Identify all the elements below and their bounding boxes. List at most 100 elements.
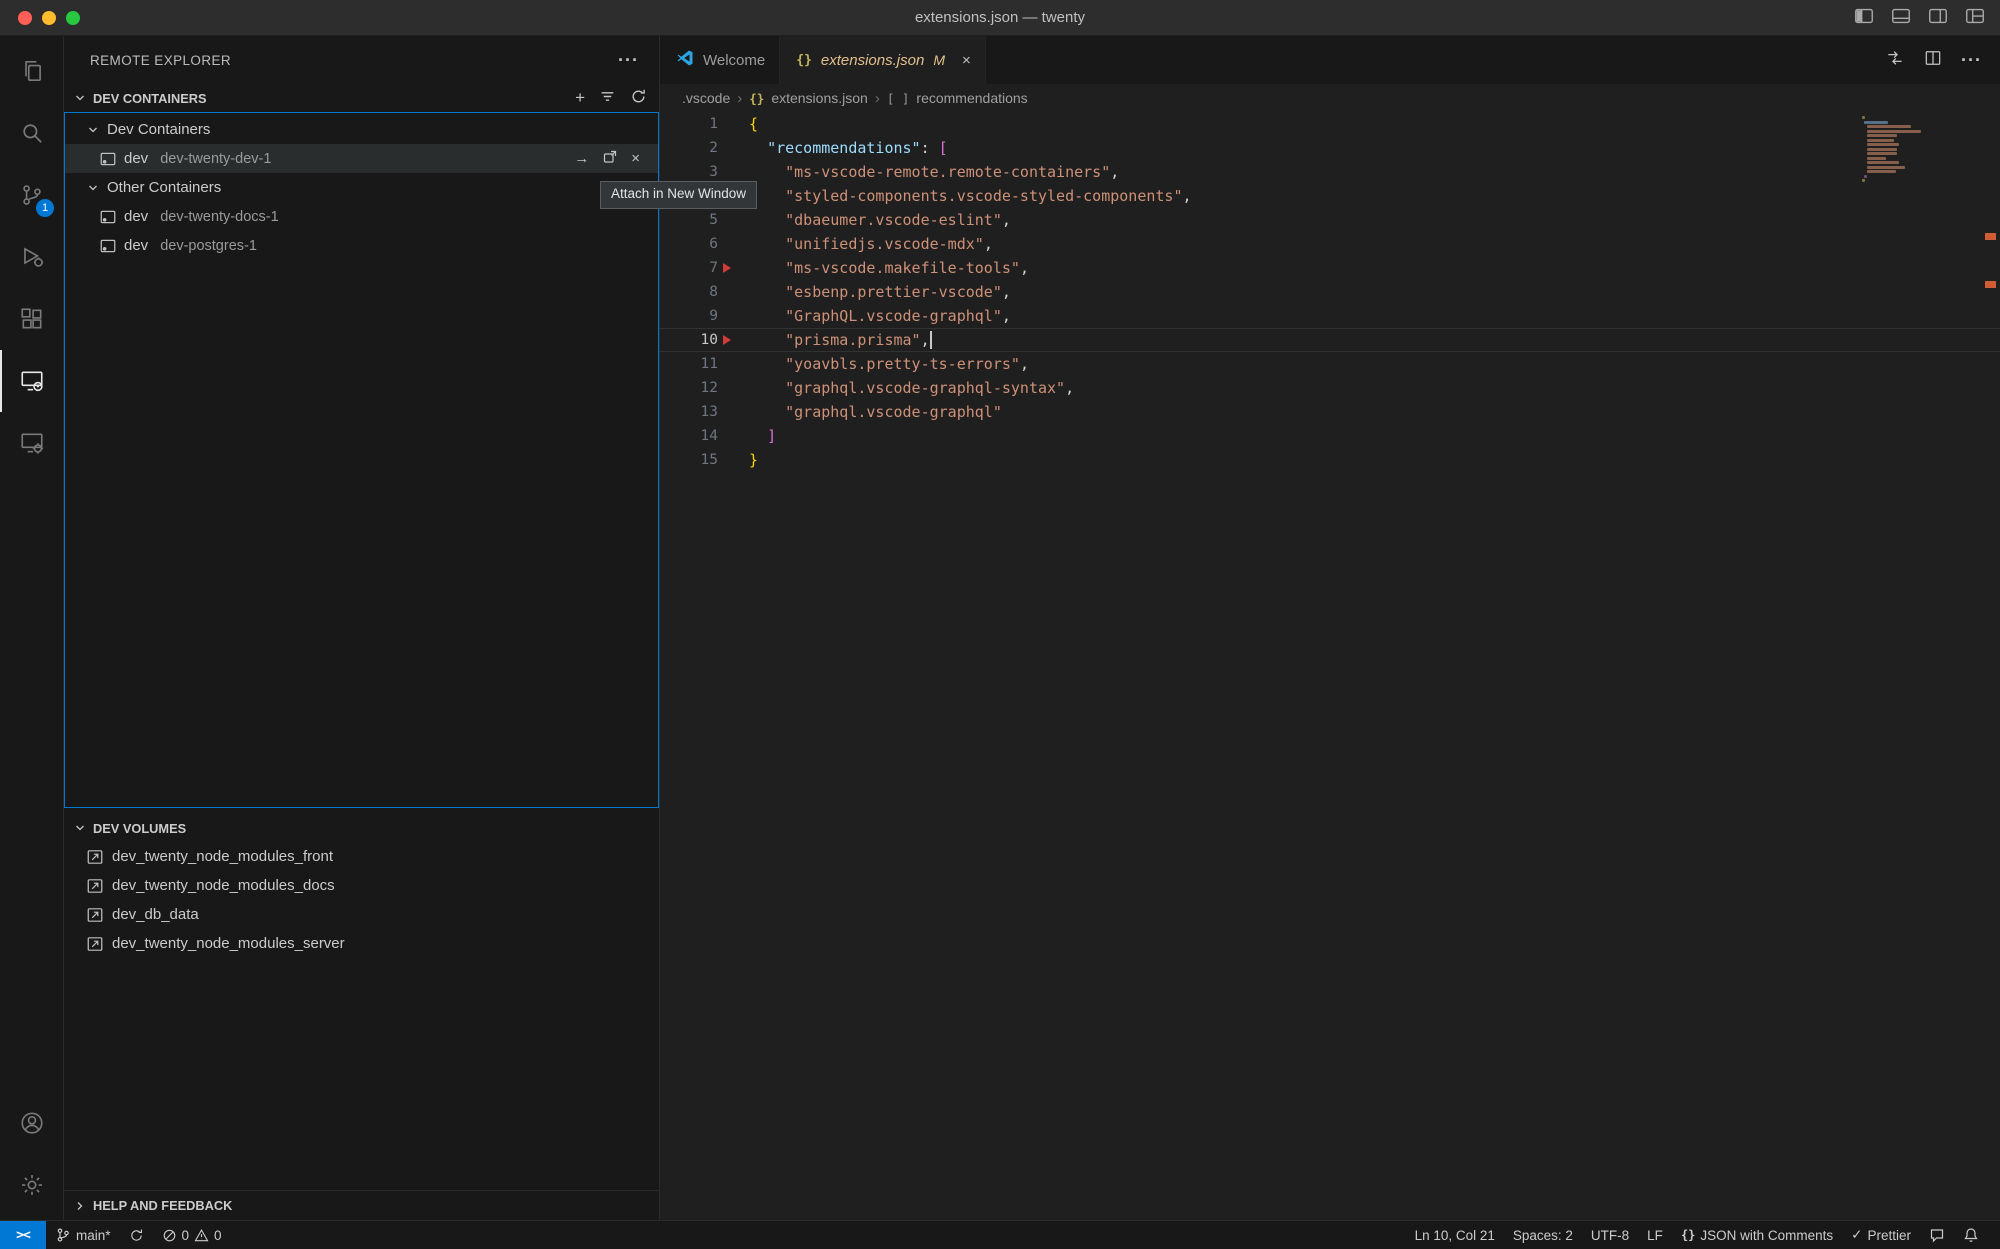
volume-item-dev_db_data[interactable]: dev_db_data bbox=[64, 900, 659, 929]
code-line-13[interactable]: 13 "graphql.vscode-graphql" bbox=[660, 400, 2000, 424]
code-line-8[interactable]: 8 "esbenp.prettier-vscode", bbox=[660, 280, 2000, 304]
accounts-icon[interactable] bbox=[0, 1092, 63, 1154]
encoding-item[interactable]: UTF-8 bbox=[1582, 1228, 1638, 1243]
toggle-primary-sidebar-icon[interactable] bbox=[1853, 5, 1875, 32]
settings-gear-icon[interactable] bbox=[0, 1154, 63, 1216]
tab-extensions-json[interactable]: {} extensions.json M × bbox=[780, 36, 986, 84]
code-line-3[interactable]: 3 "ms-vscode-remote.remote-containers", bbox=[660, 160, 2000, 184]
container-label: dev bbox=[124, 150, 148, 167]
new-dev-container-icon[interactable]: + bbox=[575, 88, 585, 108]
explorer-icon[interactable] bbox=[0, 40, 63, 102]
extensions-icon[interactable] bbox=[0, 288, 63, 350]
minimize-window-button[interactable] bbox=[42, 11, 56, 25]
close-window-button[interactable] bbox=[18, 11, 32, 25]
refresh-icon[interactable] bbox=[630, 88, 647, 108]
minimap-line bbox=[1862, 179, 1865, 182]
container-label: dev bbox=[124, 237, 148, 254]
formatter-item[interactable]: ✓ Prettier bbox=[1842, 1227, 1920, 1243]
breadcrumb-folder[interactable]: .vscode bbox=[682, 90, 730, 106]
notifications-item[interactable] bbox=[1954, 1227, 1988, 1243]
bell-icon bbox=[1963, 1227, 1979, 1243]
source-control-icon[interactable]: 1 bbox=[0, 164, 63, 226]
maximize-window-button[interactable] bbox=[66, 11, 80, 25]
search-icon[interactable] bbox=[0, 102, 63, 164]
code-line-10[interactable]: 10 "prisma.prisma", bbox=[660, 328, 2000, 352]
views-more-actions-icon[interactable]: ··· bbox=[618, 50, 639, 71]
git-modified-badge: M bbox=[933, 52, 945, 68]
code-line-4[interactable]: 4 "styled-components.vscode-styled-compo… bbox=[660, 184, 2000, 208]
toggle-panel-icon[interactable] bbox=[1890, 5, 1912, 32]
indentation: Spaces: 2 bbox=[1513, 1228, 1573, 1243]
line-number: 15 bbox=[660, 448, 718, 472]
indentation-item[interactable]: Spaces: 2 bbox=[1504, 1228, 1582, 1243]
code-line-6[interactable]: 6 "unifiedjs.vscode-mdx", bbox=[660, 232, 2000, 256]
line-number: 11 bbox=[660, 352, 718, 376]
minimap[interactable] bbox=[1862, 116, 1980, 184]
code-line-15[interactable]: 15} bbox=[660, 448, 2000, 472]
volume-label: dev_twenty_node_modules_front bbox=[112, 848, 333, 865]
minimap-line bbox=[1867, 166, 1905, 169]
container-item-dev-twenty-dev-1[interactable]: dev dev-twenty-dev-1 → × bbox=[65, 144, 658, 173]
open-changes-icon[interactable] bbox=[1885, 48, 1905, 73]
minimap-line bbox=[1867, 161, 1899, 164]
section-dev-volumes[interactable]: DEV VOLUMES bbox=[64, 814, 659, 842]
section-dev-containers[interactable]: DEV CONTAINERS + bbox=[64, 84, 659, 112]
code-text: ] bbox=[736, 424, 776, 448]
gutter bbox=[718, 208, 736, 232]
volume-icon bbox=[86, 906, 104, 924]
attach-new-window-icon[interactable] bbox=[602, 149, 618, 169]
code-line-1[interactable]: 1{ bbox=[660, 112, 2000, 136]
run-debug-icon[interactable] bbox=[0, 226, 63, 288]
code-line-7[interactable]: 7 "ms-vscode.makefile-tools", bbox=[660, 256, 2000, 280]
container-group-other-containers[interactable]: Other Containers bbox=[65, 173, 658, 202]
eol-item[interactable]: LF bbox=[1638, 1228, 1672, 1243]
container-item-dev-twenty-docs-1[interactable]: devdev-twenty-docs-1 bbox=[65, 202, 658, 231]
remote-explorer-icon[interactable] bbox=[0, 350, 63, 412]
feedback-item[interactable] bbox=[1920, 1227, 1954, 1243]
language-mode-item[interactable]: {} JSON with Comments bbox=[1672, 1228, 1842, 1243]
code-area[interactable]: 1{2 "recommendations": [3 "ms-vscode-rem… bbox=[660, 112, 2000, 1220]
branch-name: main* bbox=[76, 1228, 111, 1243]
tab-welcome[interactable]: Welcome bbox=[660, 36, 780, 84]
code-line-2[interactable]: 2 "recommendations": [ bbox=[660, 136, 2000, 160]
breadcrumb-symbol[interactable]: recommendations bbox=[916, 90, 1027, 106]
breadcrumb-file[interactable]: extensions.json bbox=[771, 90, 868, 106]
git-branch-item[interactable]: main* bbox=[46, 1221, 120, 1249]
customize-layout-icon[interactable] bbox=[1964, 5, 1986, 32]
cursor-position: Ln 10, Col 21 bbox=[1415, 1228, 1495, 1243]
volume-label: dev_twenty_node_modules_server bbox=[112, 935, 345, 952]
sync-item[interactable] bbox=[120, 1221, 153, 1249]
container-group-dev-containers[interactable]: Dev Containers bbox=[65, 115, 658, 144]
attach-current-window-icon[interactable]: → bbox=[574, 150, 589, 167]
split-editor-icon[interactable] bbox=[1923, 48, 1943, 73]
problems-item[interactable]: 0 0 bbox=[153, 1221, 231, 1249]
code-line-12[interactable]: 12 "graphql.vscode-graphql-syntax", bbox=[660, 376, 2000, 400]
gutter bbox=[718, 256, 736, 280]
dev-containers-icon[interactable] bbox=[0, 412, 63, 474]
stop-container-icon[interactable]: × bbox=[631, 150, 640, 167]
sync-icon bbox=[129, 1228, 144, 1243]
text-cursor bbox=[930, 331, 932, 349]
section-label: DEV VOLUMES bbox=[93, 821, 186, 836]
section-label: HELP AND FEEDBACK bbox=[93, 1198, 232, 1213]
container-item-dev-postgres-1[interactable]: devdev-postgres-1 bbox=[65, 231, 658, 260]
remote-indicator[interactable]: >< bbox=[0, 1221, 46, 1249]
code-line-11[interactable]: 11 "yoavbls.pretty-ts-errors", bbox=[660, 352, 2000, 376]
close-tab-icon[interactable]: × bbox=[962, 52, 971, 69]
array-symbol-icon: [ ] bbox=[887, 91, 910, 106]
editor-more-actions-icon[interactable]: ··· bbox=[1961, 50, 1982, 71]
code-text: "dbaeumer.vscode-eslint", bbox=[736, 208, 1011, 232]
code-line-14[interactable]: 14 ] bbox=[660, 424, 2000, 448]
code-line-9[interactable]: 9 "GraphQL.vscode-graphql", bbox=[660, 304, 2000, 328]
code-line-5[interactable]: 5 "dbaeumer.vscode-eslint", bbox=[660, 208, 2000, 232]
warnings-count: 0 bbox=[214, 1228, 222, 1243]
volume-item-dev_twenty_node_modules_front[interactable]: dev_twenty_node_modules_front bbox=[64, 842, 659, 871]
toggle-secondary-sidebar-icon[interactable] bbox=[1927, 5, 1949, 32]
filter-list-icon[interactable] bbox=[599, 88, 616, 108]
section-help-and-feedback[interactable]: HELP AND FEEDBACK bbox=[64, 1190, 659, 1220]
volume-item-dev_twenty_node_modules_docs[interactable]: dev_twenty_node_modules_docs bbox=[64, 871, 659, 900]
breadcrumb-separator: › bbox=[875, 90, 880, 107]
volume-item-dev_twenty_node_modules_server[interactable]: dev_twenty_node_modules_server bbox=[64, 929, 659, 958]
container-description: dev-twenty-dev-1 bbox=[160, 151, 271, 167]
cursor-position-item[interactable]: Ln 10, Col 21 bbox=[1406, 1228, 1504, 1243]
